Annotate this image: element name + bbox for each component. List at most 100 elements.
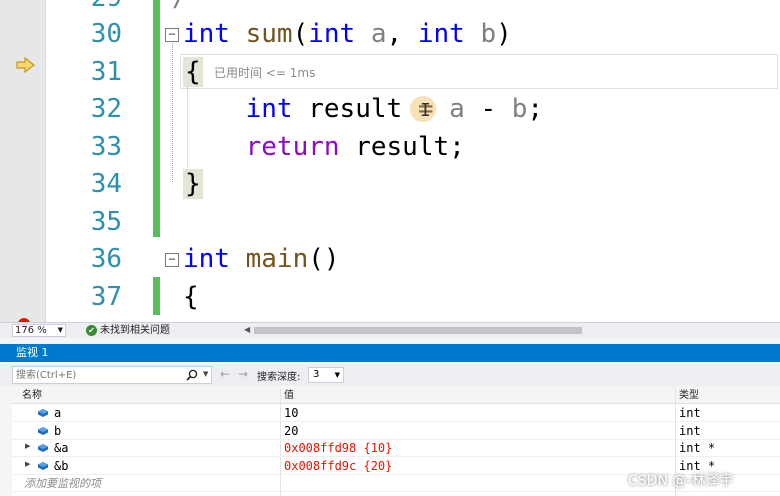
- column-header-name[interactable]: 名称: [22, 388, 42, 404]
- code-token: b: [511, 94, 528, 124]
- watch-type: int *: [679, 441, 716, 455]
- variable-icon: [38, 461, 48, 470]
- collapse-icon[interactable]: −: [165, 253, 179, 267]
- text-cursor-icon: I: [420, 100, 431, 121]
- code-token: ): [496, 19, 512, 49]
- code-line[interactable]: 30− int sum(int a, int b): [0, 16, 780, 53]
- chevron-down-icon: ▼: [57, 326, 63, 334]
- watch-value[interactable]: 20: [284, 423, 298, 440]
- code-token: int: [183, 19, 230, 49]
- code-token: int: [417, 19, 465, 49]
- code-token: result;: [339, 131, 465, 162]
- code-token: (): [308, 244, 340, 274]
- code-text: int result = a - b;: [183, 91, 543, 128]
- expand-icon[interactable]: ▶: [25, 442, 30, 450]
- editor-status-bar: 176 % ▼ ✔ 未找到相关问题 ◀: [0, 322, 780, 338]
- line-number: 32: [90, 94, 122, 124]
- search-depth-label: 搜索深度:: [257, 372, 301, 383]
- collapse-icon[interactable]: −: [165, 28, 179, 42]
- watch-value[interactable]: 0x008ffd9c {20}: [284, 458, 392, 475]
- watch-name[interactable]: b: [54, 423, 61, 440]
- line-number: 37: [90, 281, 122, 312]
- code-line[interactable]: 34}: [0, 166, 780, 203]
- code-token: a: [370, 19, 387, 49]
- code-text: return result;: [183, 129, 465, 166]
- zoom-dropdown[interactable]: 176 % ▼: [12, 324, 66, 337]
- column-header-value[interactable]: 值: [284, 388, 294, 404]
- code-token: int: [183, 244, 230, 274]
- column-header-type[interactable]: 类型: [679, 388, 699, 404]
- code-token: main: [245, 244, 309, 274]
- watch-row[interactable]: a 10 int: [12, 405, 780, 422]
- watch-toolbar: ▼ ← → 搜索深度: 3 ▼: [0, 364, 780, 386]
- code-token: sum: [245, 19, 293, 49]
- code-token: ;: [527, 94, 544, 124]
- watch-name[interactable]: &b: [54, 458, 68, 475]
- watch-type: int: [679, 423, 701, 438]
- code-token: {: [183, 56, 203, 87]
- code-token: -: [464, 94, 512, 124]
- chevron-down-icon[interactable]: ▼: [203, 370, 208, 378]
- code-token: int: [245, 94, 293, 124]
- watch-name[interactable]: &a: [54, 440, 68, 457]
- code-text: /: [172, 0, 188, 17]
- line-number: 34: [90, 169, 122, 199]
- variable-icon: [38, 426, 48, 435]
- line-number: 29: [60, 0, 122, 17]
- line-number: 31: [90, 56, 122, 87]
- add-watch-placeholder[interactable]: 添加要监视的项: [24, 475, 101, 492]
- code-token: int: [308, 19, 356, 49]
- search-icon[interactable]: [186, 369, 198, 381]
- watch-search-input[interactable]: [16, 368, 176, 382]
- code-text: int main(): [183, 241, 340, 278]
- code-line-partial: 29 /: [0, 0, 780, 17]
- watch-value[interactable]: 0x008ffd98 {10}: [284, 440, 392, 457]
- code-text: {: [183, 54, 203, 91]
- code-token: (: [292, 19, 309, 49]
- line-number: 33: [90, 131, 122, 162]
- code-line[interactable]: 37 {: [0, 279, 780, 316]
- variable-icon: [38, 444, 48, 452]
- code-line[interactable]: 32 int result = a - b;: [0, 91, 780, 128]
- zoom-value: 176 %: [15, 325, 47, 336]
- code-token: }: [183, 169, 203, 199]
- code-token: {: [183, 281, 199, 312]
- scroll-left-icon[interactable]: ◀: [244, 325, 250, 334]
- watch-search-box: ▼: [12, 366, 212, 384]
- issues-status[interactable]: 未找到相关问题: [100, 324, 170, 337]
- arrow-left-icon[interactable]: ←: [220, 367, 230, 381]
- code-line[interactable]: 31 {: [0, 54, 780, 91]
- code-token: b: [480, 19, 497, 49]
- horizontal-scrollbar-thumb[interactable]: [254, 327, 582, 334]
- visual-studio-debug-window: 29 / 已用时间 <= 1ms 30−int sum(int a, int b…: [0, 0, 780, 496]
- code-token: ,: [386, 19, 418, 49]
- code-token: a: [449, 94, 465, 124]
- watch-type: int: [679, 406, 701, 420]
- code-line[interactable]: 33 return result;: [0, 129, 780, 166]
- watch-row[interactable]: ▶ &a 0x008ffd98 {10} int *: [12, 440, 780, 457]
- watch-name[interactable]: a: [54, 405, 61, 422]
- watch-value[interactable]: 10: [284, 405, 298, 422]
- line-number: 36: [90, 244, 122, 274]
- watch-row[interactable]: b 20 int: [12, 423, 780, 440]
- search-depth-value: 3: [313, 369, 320, 380]
- code-editor[interactable]: 29 / 已用时间 <= 1ms 30−int sum(int a, int b…: [0, 0, 780, 322]
- chevron-down-icon: ▼: [334, 371, 340, 379]
- line-number: 30: [90, 19, 122, 49]
- expand-icon[interactable]: ▶: [25, 460, 30, 468]
- arrow-right-nav-icon[interactable]: →: [238, 367, 248, 381]
- code-token: return: [245, 131, 340, 162]
- search-depth-dropdown[interactable]: 3 ▼: [308, 367, 344, 383]
- code-line[interactable]: 36 − int main(): [0, 241, 780, 278]
- code-text: }: [183, 166, 203, 203]
- code-line[interactable]: 35: [0, 204, 780, 241]
- code-text: {: [183, 279, 199, 316]
- watermark: CSDN @-林泽宇: [628, 473, 734, 489]
- watch-panel-title[interactable]: 监视 1: [0, 344, 780, 362]
